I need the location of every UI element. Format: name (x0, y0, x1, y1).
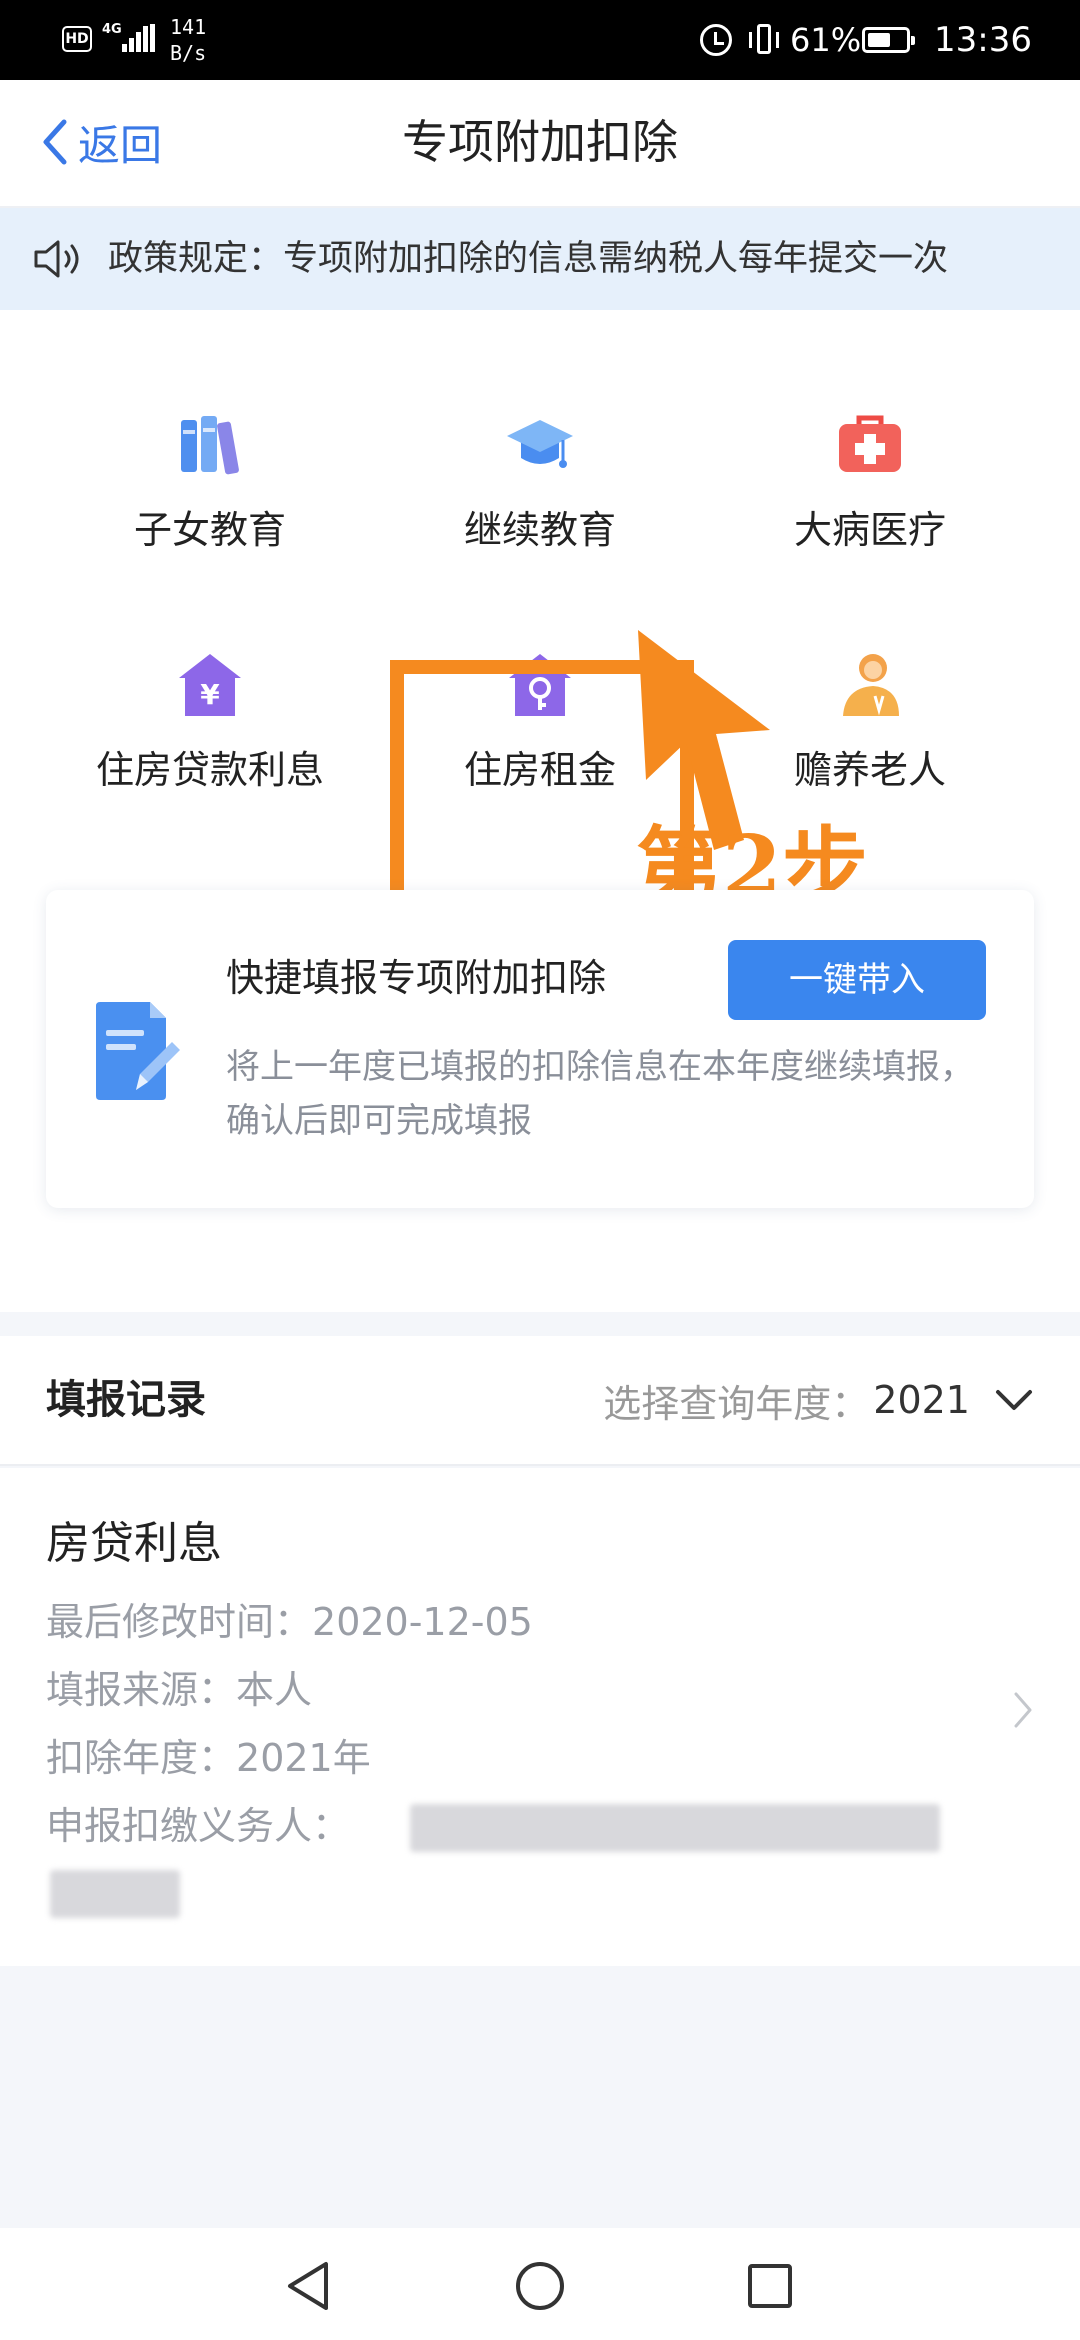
deduction-year-value: 2021年 (236, 1736, 371, 1780)
category-label: 住房贷款利息 (95, 748, 324, 792)
recents-square-icon[interactable] (742, 2258, 798, 2314)
network-speed-unit: B/s (170, 41, 207, 65)
network-speed: 141 B/s (170, 14, 206, 66)
speaker-icon (34, 240, 79, 278)
category-continuing-education[interactable]: 继续教育 (375, 410, 705, 580)
category-label: 子女教育 (133, 508, 286, 552)
modified-label: 最后修改时间： (46, 1600, 313, 1644)
battery-icon (862, 27, 915, 53)
records-title: 填报记录 (46, 1377, 206, 1423)
notice-text: 政策规定：专项附加扣除的信息需纳税人每年提交一次 (108, 239, 949, 279)
category-label: 大病医疗 (793, 508, 946, 552)
document-edit-icon (96, 1002, 180, 1100)
quick-fill-card: 快捷填报专项附加扣除 一键带入 将上一年度已填报的扣除信息在本年度继续填报，确认… (46, 890, 1034, 1208)
redacted-withholder-name (410, 1804, 940, 1852)
policy-notice: 政策规定：专项附加扣除的信息需纳税人每年提交一次 (0, 208, 1080, 310)
battery-percent: 61% (790, 21, 862, 59)
house-yuan-icon: ¥ (175, 650, 245, 720)
records-header: 填报记录 选择查询年度： 2021 (0, 1336, 1080, 1466)
chevron-down-icon (996, 1390, 1032, 1410)
source-label: 填报来源： (46, 1668, 237, 1712)
quick-fill-title: 快捷填报专项附加扣除 (226, 956, 607, 1000)
one-click-import-button[interactable]: 一键带入 (728, 940, 986, 1020)
category-label: 继续教育 (463, 508, 616, 552)
network-type: 4G (102, 22, 122, 37)
chevron-right-icon (1014, 1692, 1032, 1728)
alarm-icon (700, 24, 732, 56)
record-year: 扣除年度：2021年 (46, 1732, 371, 1784)
record-modified: 最后修改时间：2020-12-05 (46, 1596, 533, 1648)
status-bar: HD 4G 141 B/s 61% 13:36 (0, 0, 1080, 80)
svg-text:¥: ¥ (200, 678, 220, 711)
year-label: 扣除年度： (46, 1736, 237, 1780)
quick-fill-description: 将上一年度已填报的扣除信息在本年度继续填报，确认后即可完成填报 (226, 1047, 974, 1141)
signal-icon (122, 24, 156, 52)
record-item[interactable]: 房贷利息 最后修改时间：2020-12-05 填报来源：本人 扣除年度：2021… (0, 1468, 1080, 1966)
year-selector[interactable]: 选择查询年度： 2021 (603, 1372, 1034, 1428)
app-header: 返回 专项附加扣除 (0, 80, 1080, 208)
category-mortgage-interest[interactable]: ¥ 住房贷款利息 (45, 650, 375, 820)
record-withholder: 申报扣缴义务人： (46, 1800, 350, 1852)
year-value: 2021 (873, 1378, 970, 1422)
source-value: 本人 (236, 1668, 313, 1712)
record-source: 填报来源：本人 (46, 1664, 312, 1716)
elderly-person-icon (835, 650, 905, 720)
modified-value: 2020-12-05 (312, 1600, 533, 1644)
category-serious-illness[interactable]: 大病医疗 (705, 410, 1035, 580)
network-speed-value: 141 (170, 15, 207, 39)
books-icon (175, 410, 245, 480)
year-prompt: 选择查询年度： (603, 1381, 870, 1426)
clock: 13:36 (934, 20, 1032, 60)
redacted-withholder-name-cont (50, 1870, 180, 1918)
withholder-label: 申报扣缴义务人： (46, 1804, 351, 1848)
category-children-education[interactable]: 子女教育 (45, 410, 375, 580)
vibrate-icon (748, 22, 780, 58)
hd-icon: HD (62, 26, 92, 52)
page-title: 专项附加扣除 (402, 115, 678, 169)
back-triangle-icon[interactable] (282, 2258, 338, 2314)
home-circle-icon[interactable] (512, 2258, 568, 2314)
record-title: 房贷利息 (46, 1518, 222, 1569)
system-nav-bar (0, 2228, 1080, 2340)
medical-kit-icon (835, 410, 905, 480)
graduation-cap-icon (505, 410, 575, 480)
deduction-categories: 子女教育 继续教育 大病医疗 ¥ 住房贷款利息 住房租金 赡养老人 第2步 快捷… (0, 310, 1080, 1312)
